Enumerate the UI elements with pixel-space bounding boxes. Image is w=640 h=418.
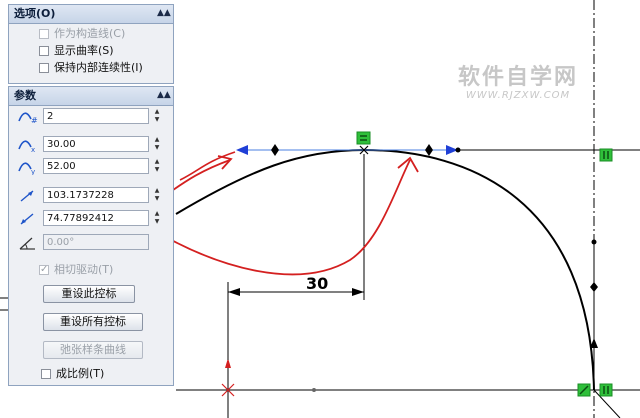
spin-down-icon[interactable]: ▼ [151,166,163,174]
dimension-arrow-left [228,288,240,296]
spline-point-number-row: # ▲ ▼ [9,107,173,127]
tangent-weight-diamond-right[interactable] [425,144,433,156]
collapse-up-icon[interactable]: ▲▲ [157,89,171,101]
reset-this-handle-button[interactable]: 重设此控标 [43,285,135,303]
x-coordinate-icon: x [18,140,35,153]
y-coordinate-spinner[interactable]: ▲ ▼ [151,158,163,174]
spin-down-icon[interactable]: ▼ [151,144,163,152]
midpoint-dot [312,388,316,392]
options-panel-title: 选项(O) [14,7,56,20]
tangent-angle-input[interactable] [43,234,149,250]
tangent-weight-1-input[interactable] [43,187,149,203]
spin-up-icon[interactable]: ▲ [151,136,163,144]
maintain-internal-continuity-checkbox[interactable] [39,63,49,73]
svg-text:#: # [31,116,38,125]
horizontal-relation-icon[interactable] [356,131,371,145]
maintain-internal-continuity-label: 保持内部连续性(I) [54,61,143,74]
construction-geometry-checkbox[interactable] [39,29,49,39]
construction-geometry-option[interactable]: 作为构造线(C) [39,27,125,41]
tangent-angle-icon [19,237,35,250]
x-coordinate-row: x ▲ ▼ [9,135,173,155]
tangent-weight-2-row: ▲ ▼ [9,209,173,229]
annotation-arrow-3 [179,151,236,181]
vertical-relation-icon-bottom[interactable] [599,383,613,397]
proportional-label: 成比例(T) [56,367,105,380]
end-tangent-diamond[interactable] [590,282,598,292]
spin-down-icon[interactable]: ▼ [151,218,163,226]
parameters-panel: 参数 ▲▲ # ▲ ▼ x ▲ ▼ y ▲ ▼ [8,86,174,386]
spline-point-number-spinner[interactable]: ▲ ▼ [151,108,163,124]
dimension-value-label[interactable]: 30 [306,274,328,293]
collapse-up-icon[interactable]: ▲▲ [157,7,171,19]
tangent-weight-diamond-left[interactable] [271,144,279,156]
maintain-internal-continuity-option[interactable]: 保持内部连续性(I) [39,61,143,75]
tangent-handle-left-arrow[interactable] [236,145,248,155]
proportional-checkbox[interactable] [41,369,51,379]
spin-up-icon[interactable]: ▲ [151,158,163,166]
relax-spline-button[interactable]: 弛张样条曲线 [43,341,143,359]
watermark: 软件自学网 WWW.RJZXW.COM [448,65,588,102]
x-coordinate-input[interactable] [43,136,149,152]
tangent-driving-checkbox[interactable] [39,263,49,277]
watermark-url: WWW.RJZXW.COM [465,90,571,101]
x-coordinate-spinner[interactable]: ▲ ▼ [151,136,163,152]
tangent-weight-2-spinner[interactable]: ▲ ▼ [151,210,163,226]
spin-up-icon[interactable]: ▲ [151,187,163,195]
tangent-weight-icon [20,190,34,202]
dimension-arrow-right [352,288,364,296]
tangent-weight-2-input[interactable] [43,210,149,226]
proportional-option[interactable]: 成比例(T) [41,367,104,381]
svg-text:x: x [31,146,35,153]
spin-down-icon[interactable]: ▼ [151,195,163,203]
tangent-weight-1-row: ▲ ▼ [9,186,173,206]
spline-point-number-input[interactable] [43,108,149,124]
watermark-title: 软件自学网 [457,65,578,90]
svg-text:y: y [31,168,35,175]
parameters-panel-title: 参数 [14,89,36,102]
show-curvature-label: 显示曲率(S) [54,44,114,57]
tangent-driving-option[interactable]: 相切驱动(T) [39,263,113,277]
vertical-relation-icon-top[interactable] [599,148,613,162]
parameters-panel-header[interactable]: 参数 ▲▲ [9,87,173,106]
tangent-weight-1-spinner[interactable]: ▲ ▼ [151,187,163,203]
y-coordinate-input[interactable] [43,158,149,174]
spline-curve[interactable] [175,148,595,391]
spin-up-icon[interactable]: ▲ [151,108,163,116]
tangent-driving-label: 相切驱动(T) [54,263,114,276]
options-panel: 选项(O) ▲▲ 作为构造线(C) 显示曲率(S) 保持内部连续性(I) [8,4,174,84]
show-curvature-checkbox[interactable] [39,46,49,56]
construction-geometry-label: 作为构造线(C) [54,27,126,40]
spin-down-icon[interactable]: ▼ [151,116,163,124]
spin-up-icon[interactable]: ▲ [151,210,163,218]
y-coordinate-row: y ▲ ▼ [9,157,173,177]
tangent-angle-row [9,233,173,253]
spline-point-icon: # [18,112,38,125]
tangent-handle-end-dot[interactable] [455,147,461,153]
tangent-weight-icon [20,213,34,225]
annotation-arrow-2 [149,159,411,276]
end-tangent-handle-dot[interactable] [591,239,597,245]
show-curvature-option[interactable]: 显示曲率(S) [39,44,114,58]
reset-all-handles-button[interactable]: 重设所有控标 [43,313,143,331]
options-panel-header[interactable]: 选项(O) ▲▲ [9,5,173,24]
y-coordinate-icon: y [18,162,35,175]
